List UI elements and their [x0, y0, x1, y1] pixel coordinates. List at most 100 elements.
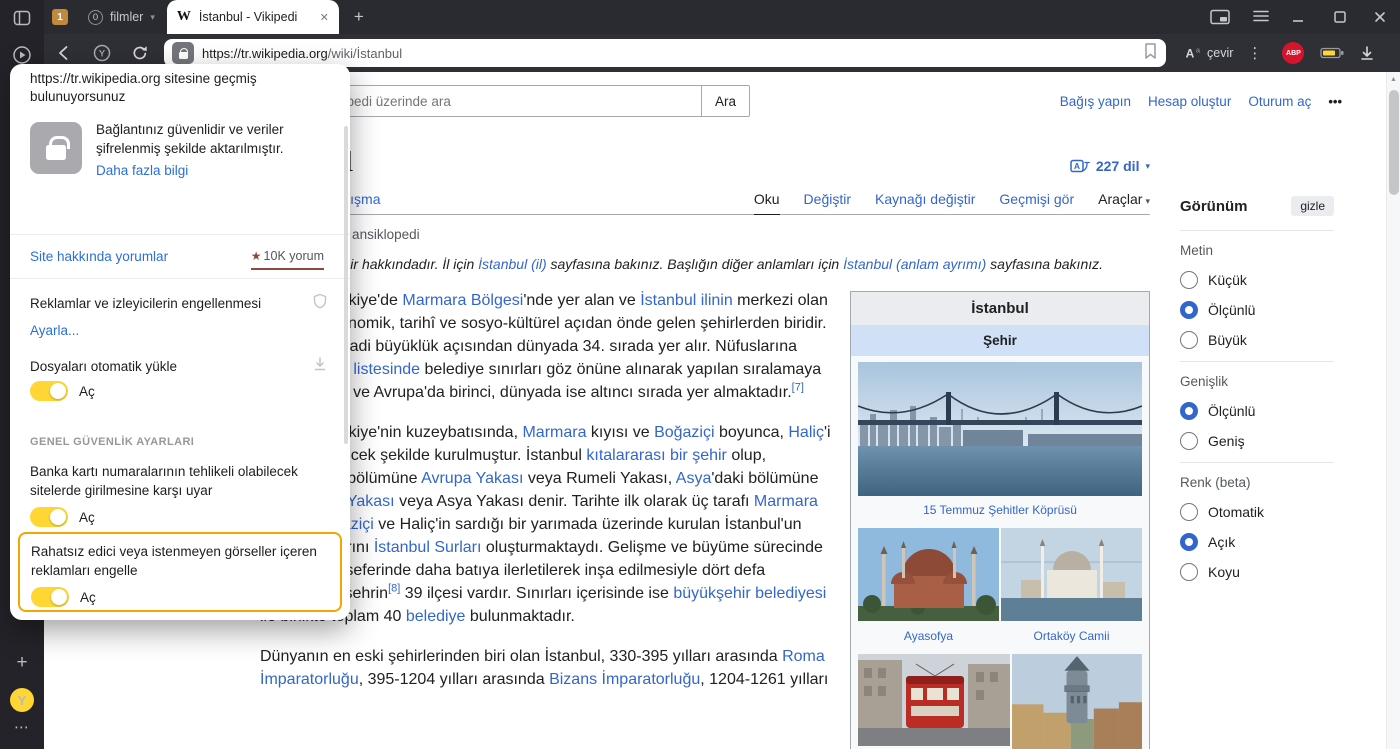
page-tabs: Madde Tartışma OkuDeğiştirKaynağı değişt… [260, 187, 1150, 215]
adblock-configure-link[interactable]: Ayarla... [30, 321, 79, 340]
article-link[interactable]: Asya [676, 470, 712, 487]
article-link[interactable]: Boğaziçi [654, 424, 714, 441]
kebab-menu-icon[interactable]: ⋮ [1247, 44, 1262, 62]
address-bar[interactable]: https://tr.wikipedia.org/wiki/İstanbul [164, 39, 1166, 67]
language-selector[interactable]: A 227 dil ▾ [1070, 158, 1150, 179]
article-link[interactable]: büyükşehir belediyesi [673, 585, 826, 602]
radio-icon[interactable] [1180, 432, 1198, 450]
close-window-icon[interactable] [1372, 9, 1388, 30]
tab-group-filmler[interactable]: 0 filmler ▾ [78, 5, 165, 29]
user-link[interactable]: Bağış yapın [1060, 94, 1131, 109]
refresh-icon[interactable] [130, 43, 150, 63]
player-icon[interactable] [12, 45, 32, 65]
page-tab-kayna-de-i-tir[interactable]: Kaynağı değiştir [875, 187, 975, 214]
radio-icon[interactable] [1180, 271, 1198, 289]
rail-add-icon[interactable]: + [16, 652, 27, 674]
adblock-setting-label: Reklamlar ve izleyicilerin engellenmesi [30, 294, 302, 313]
new-tab-button[interactable]: + [347, 5, 371, 29]
appearance-option[interactable]: Geniş [1180, 432, 1334, 450]
secure-lock-tile [30, 122, 82, 174]
tram-photo[interactable] [858, 654, 1010, 746]
minimize-icon[interactable] [1290, 9, 1306, 30]
scroll-up-icon[interactable]: ▲ [1387, 72, 1400, 83]
rail-more-icon[interactable]: ⋯ [14, 718, 30, 736]
infobox-caption-right[interactable]: Ortaköy Camii [1001, 621, 1142, 654]
hide-appearance-button[interactable]: gizle [1291, 196, 1334, 216]
page-scrollbar[interactable]: ▲ [1386, 72, 1400, 749]
site-reviews-link[interactable]: Site hakkında yorumlar [30, 249, 168, 264]
sidebar-toggle-icon[interactable] [13, 9, 31, 27]
page-tab-de-i-tir[interactable]: Değiştir [804, 187, 851, 214]
radio-icon[interactable] [1180, 402, 1198, 420]
translate-button[interactable]: Aa çevir [1184, 45, 1233, 61]
card-warning-toggle[interactable] [30, 507, 68, 527]
infobox: İstanbul Şehir [850, 291, 1150, 749]
article-link[interactable]: Marmara Bölgesi [402, 292, 523, 309]
page-tab-ge-mi-i-g-r[interactable]: Geçmişi gör [999, 187, 1074, 214]
appearance-option[interactable]: Büyük [1180, 331, 1334, 349]
page-tab-ara-lar[interactable]: Araçlar▾ [1098, 187, 1150, 214]
bookmark-flag-icon[interactable] [1143, 42, 1158, 65]
language-icon: A [1070, 158, 1090, 174]
article-link[interactable]: kıtalararası bir şehir [586, 447, 727, 464]
article-link[interactable]: [8] [388, 583, 400, 595]
page-tab-oku[interactable]: Oku [754, 187, 780, 215]
radio-icon[interactable] [1180, 503, 1198, 521]
yandex-logo-icon[interactable]: Y [10, 688, 34, 712]
radio-icon[interactable] [1180, 301, 1198, 319]
appearance-option[interactable]: Ölçünlü [1180, 301, 1334, 319]
radio-icon[interactable] [1180, 563, 1198, 581]
radio-icon[interactable] [1180, 533, 1198, 551]
search-button[interactable]: Ara [701, 85, 750, 117]
active-tab[interactable]: W İstanbul - Vikipedi ✕ [167, 0, 339, 34]
maximize-icon[interactable] [1332, 9, 1348, 30]
ayasofya-photo[interactable] [858, 528, 999, 621]
radio-icon[interactable] [1180, 331, 1198, 349]
infobox-caption-main[interactable]: 15 Temmuz Şehitler Köprüsü [851, 496, 1149, 528]
scrollbar-thumb[interactable] [1389, 90, 1399, 195]
url-text[interactable]: https://tr.wikipedia.org/wiki/İstanbul [202, 46, 1135, 61]
annoying-ads-toggle[interactable] [31, 587, 69, 607]
appearance-option[interactable]: Küçük [1180, 271, 1334, 289]
article-link[interactable]: belediye [406, 608, 466, 625]
more-info-link[interactable]: Daha fazla bilgi [96, 163, 188, 178]
article-link[interactable]: Avrupa Yakası [421, 470, 523, 487]
cast-icon[interactable] [1210, 9, 1230, 30]
appearance-option[interactable]: Koyu [1180, 563, 1334, 581]
galata-photo[interactable] [1012, 654, 1142, 749]
appearance-option[interactable]: Ölçünlü [1180, 402, 1334, 420]
appearance-option[interactable]: Otomatik [1180, 503, 1334, 521]
menu-icon[interactable] [1252, 9, 1270, 28]
bridge-photo[interactable] [858, 362, 1142, 496]
article-link[interactable]: [7] [792, 382, 804, 394]
close-tab-icon[interactable]: ✕ [320, 11, 329, 24]
adblock-plus-badge[interactable]: ABP [1282, 42, 1304, 64]
article-link[interactable]: Bizans İmparatorluğu [549, 671, 700, 688]
pinned-tab[interactable]: 1 [47, 5, 73, 29]
article-link[interactable]: Marmara [522, 424, 586, 441]
popup-scrollbar[interactable] [344, 126, 348, 444]
security-settings-header: GENEL GÜVENLİK AYARLARI [30, 436, 194, 448]
article-link[interactable]: Haliç [788, 424, 824, 441]
user-link[interactable]: Hesap oluştur [1148, 94, 1231, 109]
yandex-services-icon[interactable]: Y [92, 43, 112, 63]
article-link[interactable]: İstanbul Surları [374, 539, 482, 556]
search-input[interactable] [290, 85, 702, 117]
lock-icon [46, 145, 66, 160]
back-icon[interactable] [54, 43, 74, 63]
tab-group-count: 0 [88, 10, 103, 25]
article-link[interactable]: İstanbul ilinin [640, 292, 733, 309]
downloads-icon[interactable] [1358, 44, 1376, 62]
ortakoy-photo[interactable] [1001, 528, 1142, 621]
battery-icon[interactable] [1320, 45, 1346, 61]
site-security-badge[interactable] [172, 42, 194, 64]
article-link[interactable]: İstanbul (il) [478, 256, 546, 272]
infobox-caption-left[interactable]: Ayasofya [858, 621, 999, 654]
article-link[interactable]: İstanbul (anlam ayrımı) [843, 256, 986, 272]
site-rating[interactable]: ★10K yorum [251, 249, 324, 270]
infobox-type: Şehir [851, 325, 1149, 356]
user-link[interactable]: Oturum aç [1248, 94, 1311, 109]
autoload-toggle[interactable] [30, 381, 68, 401]
appearance-option[interactable]: Açık [1180, 533, 1334, 551]
more-options-icon[interactable]: ••• [1328, 94, 1342, 109]
